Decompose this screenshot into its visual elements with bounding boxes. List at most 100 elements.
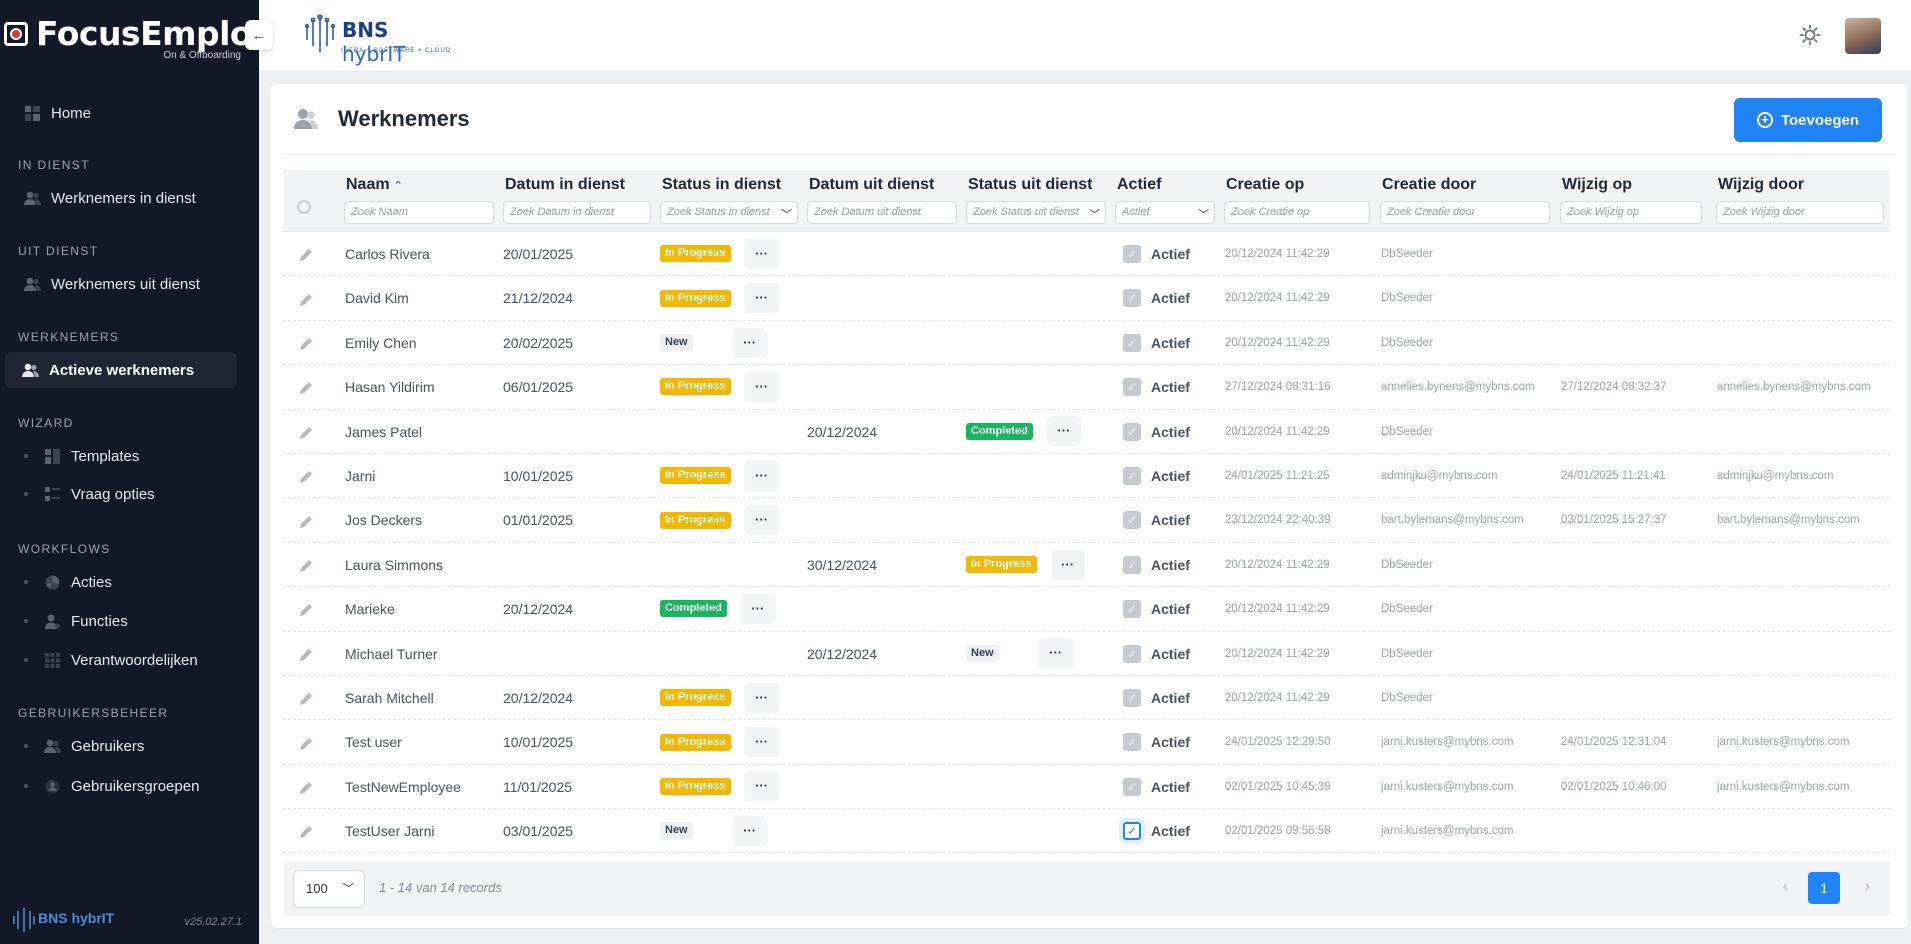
sidebar-item-werknemers-uit-dienst[interactable]: Werknemers uit dienst xyxy=(0,266,259,302)
active-checkbox[interactable]: ✓ xyxy=(1123,245,1141,263)
cell-status-in: Completed ··· xyxy=(660,587,775,631)
edit-pencil-icon[interactable] xyxy=(299,720,313,764)
edit-pencil-icon[interactable] xyxy=(299,676,313,720)
more-options-icon[interactable]: ··· xyxy=(744,771,779,802)
filter-status-uit-select[interactable]: Zoek Status uit dienst ﹀ xyxy=(966,201,1106,224)
table-row[interactable]: David Kim 21/12/2024 In Progress ··· ✓ Ac… xyxy=(283,276,1890,321)
filter-creatie-door-input[interactable]: Zoek Creatie door xyxy=(1380,201,1550,224)
more-options-icon[interactable]: ··· xyxy=(1038,638,1073,669)
table-row[interactable]: Marieke 20/12/2024 Completed ··· ✓ Actief… xyxy=(283,587,1890,632)
page-size-select[interactable]: 100 ﹀ xyxy=(293,870,365,908)
more-options-icon[interactable]: ··· xyxy=(732,327,767,358)
edit-pencil-icon[interactable] xyxy=(299,321,313,365)
filter-actief-select[interactable]: Actief ﹀ xyxy=(1115,201,1215,224)
edit-pencil-icon[interactable] xyxy=(299,454,313,498)
edit-pencil-icon[interactable] xyxy=(299,365,313,409)
sidebar-item-actieve-werknemers[interactable]: Actieve werknemers xyxy=(5,352,237,388)
more-options-icon[interactable]: ··· xyxy=(744,238,779,269)
user-avatar[interactable] xyxy=(1845,18,1881,54)
col-label[interactable]: Wijzig door xyxy=(1718,176,1804,194)
active-checkbox[interactable]: ✓ xyxy=(1123,600,1141,619)
filter-datum-uit-input[interactable]: Zoek Datum uit dienst xyxy=(807,201,957,224)
cell-status-in: In Progress ··· xyxy=(660,720,779,764)
edit-pencil-icon[interactable] xyxy=(299,632,313,676)
col-label[interactable]: Status uit dienst xyxy=(968,176,1092,194)
chevron-right-icon[interactable]: › xyxy=(1865,878,1870,896)
active-checkbox[interactable]: ✓ xyxy=(1123,422,1141,441)
sidebar-item-templates[interactable]: Templates xyxy=(0,438,259,474)
col-label[interactable]: Creatie op xyxy=(1226,176,1304,194)
sidebar-item-werknemers-in-dienst[interactable]: Werknemers in dienst xyxy=(0,180,259,216)
table-row[interactable]: Sarah Mitchell 20/12/2024 In Progress ···… xyxy=(283,676,1890,721)
more-options-icon[interactable]: ··· xyxy=(744,371,779,402)
edit-pencil-icon[interactable] xyxy=(299,498,313,542)
edit-pencil-icon[interactable] xyxy=(299,543,313,587)
table-row[interactable]: Jos Deckers 01/01/2025 In Progress ··· ✓ … xyxy=(283,498,1890,543)
col-label[interactable]: Datum in dienst xyxy=(505,176,625,194)
active-checkbox[interactable]: ✓ xyxy=(1123,555,1141,574)
col-label[interactable]: Actief xyxy=(1117,176,1161,194)
col-label[interactable]: Datum uit dienst xyxy=(809,176,934,194)
select-all-radio[interactable] xyxy=(297,200,311,214)
edit-pencil-icon[interactable] xyxy=(299,410,313,454)
active-checkbox[interactable]: ✓ xyxy=(1123,466,1141,485)
more-options-icon[interactable]: ··· xyxy=(1050,549,1085,580)
more-options-icon[interactable]: ··· xyxy=(1046,416,1081,447)
sidebar-item-functies[interactable]: Functies xyxy=(0,600,259,642)
sun-icon[interactable] xyxy=(1799,24,1821,46)
edit-pencil-icon[interactable] xyxy=(299,587,313,631)
more-options-icon[interactable]: ··· xyxy=(744,283,779,314)
filter-status-in-select[interactable]: Zoek Status in dienst ﹀ xyxy=(660,201,798,224)
sidebar-item-label: Vraag opties xyxy=(71,485,155,503)
page-button-current[interactable]: 1 xyxy=(1808,872,1840,904)
active-checkbox[interactable]: ✓ xyxy=(1123,333,1141,352)
active-checkbox[interactable]: ✓ xyxy=(1123,777,1141,796)
edit-pencil-icon[interactable] xyxy=(299,765,313,809)
sidebar-item-home[interactable]: Home xyxy=(0,96,259,130)
chevron-left-icon[interactable]: ‹ xyxy=(1783,878,1788,896)
table-row[interactable]: James Patel 20/12/2024 Completed ··· ✓ Ac… xyxy=(283,410,1890,454)
table-row[interactable]: Carlos Rivera 20/01/2025 In Progress ··· … xyxy=(283,232,1890,277)
active-checkbox[interactable]: ✓ xyxy=(1123,733,1141,752)
add-button[interactable]: + Toevoegen xyxy=(1734,98,1882,142)
check-icon: ✓ xyxy=(1126,513,1138,528)
filter-naam-input[interactable]: Zoek Naam xyxy=(344,201,494,224)
active-checkbox[interactable]: ✓ xyxy=(1123,688,1141,707)
more-options-icon[interactable]: ··· xyxy=(744,727,779,758)
sidebar-item-verantwoordelijken[interactable]: Verantwoordelijken xyxy=(0,642,259,678)
table-row[interactable]: Test user 10/01/2025 In Progress ··· ✓ Ac… xyxy=(283,720,1890,765)
table-row[interactable]: TestUser Jarni 03/01/2025 New ··· ✓ Actie… xyxy=(283,809,1890,854)
edit-pencil-icon[interactable] xyxy=(299,232,313,276)
table-row[interactable]: Jarni 10/01/2025 In Progress ··· ✓ Actief… xyxy=(283,454,1890,499)
more-options-icon[interactable]: ··· xyxy=(744,460,779,491)
more-options-icon[interactable]: ··· xyxy=(732,815,767,846)
table-row[interactable]: Michael Turner 20/12/2024 New ··· ✓ Actie… xyxy=(283,632,1890,676)
edit-pencil-icon[interactable] xyxy=(299,809,313,853)
collapse-sidebar-button[interactable]: ← xyxy=(245,20,273,50)
col-label[interactable]: Creatie door xyxy=(1382,176,1476,194)
active-checkbox[interactable]: ✓ xyxy=(1123,822,1141,841)
filter-wijzig-door-input[interactable]: Zoek Wijzig door xyxy=(1716,201,1884,224)
active-checkbox[interactable]: ✓ xyxy=(1123,289,1141,308)
edit-pencil-icon[interactable] xyxy=(299,276,313,320)
col-label[interactable]: Status in dienst xyxy=(662,176,781,194)
table-row[interactable]: Laura Simmons 30/12/2024 In Progress ··· … xyxy=(283,543,1890,588)
filter-wijzig-op-input[interactable]: Zoek Wijzig op xyxy=(1560,201,1702,224)
table-row[interactable]: Emily Chen 20/02/2025 New ··· ✓ Actief 20… xyxy=(283,321,1890,366)
col-label[interactable]: Wijzig op xyxy=(1562,176,1632,194)
active-checkbox[interactable]: ✓ xyxy=(1123,511,1141,530)
more-options-icon[interactable]: ··· xyxy=(740,593,775,624)
sidebar-item-acties[interactable]: Acties xyxy=(0,564,259,600)
active-checkbox[interactable]: ✓ xyxy=(1123,644,1141,663)
more-options-icon[interactable]: ··· xyxy=(744,682,779,713)
sidebar-item-gebruikers[interactable]: Gebruikers xyxy=(0,728,259,764)
sidebar-item-gebruikersgroepen[interactable]: Gebruikersgroepen xyxy=(0,764,259,808)
filter-datum-in-input[interactable]: Zoek Datum in dienst xyxy=(503,201,651,224)
active-checkbox[interactable]: ✓ xyxy=(1123,378,1141,397)
sidebar-item-vraag-opties[interactable]: Vraag opties xyxy=(0,474,259,514)
more-options-icon[interactable]: ··· xyxy=(744,505,779,536)
filter-creatie-op-input[interactable]: Zoek Creatie op xyxy=(1224,201,1370,224)
col-naam-header[interactable]: Naam ⌃ xyxy=(346,176,403,194)
table-row[interactable]: Hasan Yildirim 06/01/2025 In Progress ···… xyxy=(283,365,1890,410)
table-row[interactable]: TestNewEmployee 11/01/2025 In Progress ··… xyxy=(283,765,1890,810)
